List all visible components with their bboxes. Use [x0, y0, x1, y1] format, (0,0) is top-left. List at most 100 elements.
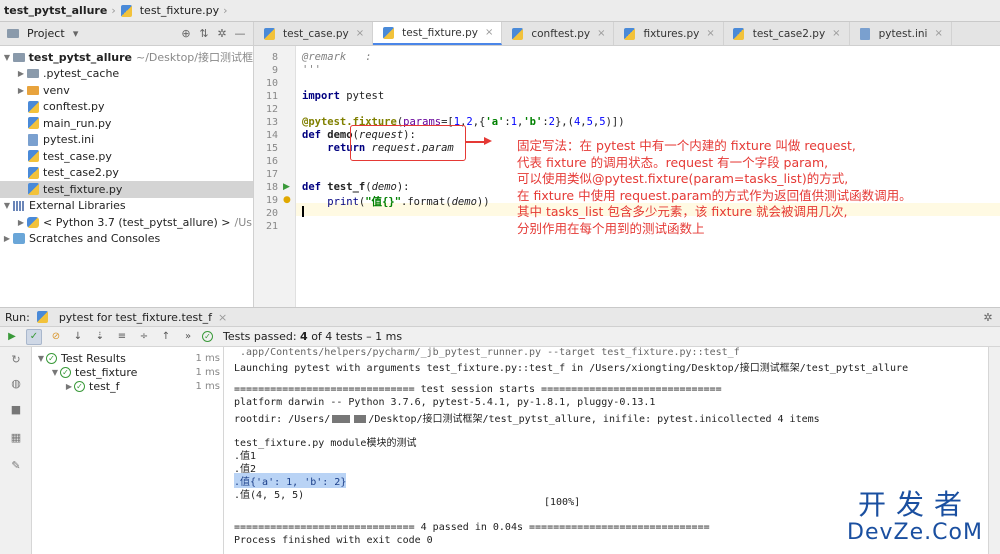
expand-right-icon[interactable]: ▶: [2, 234, 12, 243]
close-icon[interactable]: ×: [832, 28, 840, 39]
tree-item-test-case[interactable]: test_case.py: [0, 148, 253, 165]
console-line: .值(4, 5, 5): [234, 490, 305, 501]
show-passed-icon[interactable]: ✓: [26, 328, 42, 345]
project-view-icon: [6, 28, 20, 40]
tab-test-fixture[interactable]: test_fixture.py ×: [373, 22, 503, 45]
close-icon[interactable]: ×: [934, 28, 942, 39]
tab-test-case[interactable]: test_case.py ×: [254, 22, 374, 45]
toggle-auto-test-icon[interactable]: ◍: [8, 375, 24, 391]
line-number: 17: [265, 169, 278, 180]
tab-pytest-ini[interactable]: pytest.ini ×: [850, 22, 952, 45]
watermark-logo: 开发者 DevZe.CoM: [847, 488, 983, 546]
run-gutter-icon[interactable]: ▶: [283, 182, 290, 192]
stop-icon[interactable]: ■: [8, 401, 24, 417]
tree-item-scratches[interactable]: ▶ Scratches and Consoles: [0, 231, 253, 248]
line-number: 10: [265, 78, 278, 89]
python-file-icon: [36, 311, 50, 323]
console-progress: [100%]: [544, 497, 581, 508]
test-function-item[interactable]: ▶ ✓ test_f 1 ms: [32, 379, 224, 393]
editor-gutter: 8 9 10 11 12 13 14 15 16 17 18 19 20 21 …: [254, 46, 296, 307]
show-ignored-icon[interactable]: ⊘: [48, 329, 64, 345]
chevron-right-icon: ›: [111, 4, 116, 17]
tree-item-test-case2[interactable]: test_case2.py: [0, 165, 253, 182]
tree-item-python-sdk[interactable]: ▶ < Python 3.7 (test_pytst_allure) > /Us: [0, 214, 253, 231]
expand-all-icon[interactable]: ≡: [114, 329, 130, 345]
close-icon[interactable]: ×: [356, 28, 364, 39]
code-line-8: @remark :: [302, 51, 372, 63]
tree-item-pytest-ini[interactable]: pytest.ini: [0, 132, 253, 149]
test-results-root[interactable]: ▼ ✓ Test Results 1 ms: [32, 351, 224, 365]
redacted-username: [354, 415, 367, 423]
pin-icon[interactable]: ✎: [8, 457, 24, 473]
tree-item-conftest[interactable]: conftest.py: [0, 99, 253, 116]
close-icon[interactable]: ×: [597, 28, 605, 39]
project-view-selector[interactable]: Project: [27, 27, 65, 40]
tree-item-external-libraries[interactable]: ▼ External Libraries: [0, 198, 253, 215]
gear-icon[interactable]: ✲: [981, 311, 995, 324]
sort-alpha-icon[interactable]: ↓: [70, 329, 86, 345]
tree-item-test-fixture[interactable]: test_fixture.py: [0, 181, 253, 198]
line-number: 21: [265, 221, 278, 232]
target-icon[interactable]: ⊕: [179, 27, 193, 40]
expand-right-icon[interactable]: ▶: [64, 382, 74, 391]
python-icon: [26, 216, 40, 228]
tree-item-venv[interactable]: ▶ venv: [0, 82, 253, 99]
line-number: 16: [265, 156, 278, 167]
python-file-icon: [26, 166, 40, 179]
collapse-all-icon[interactable]: ÷: [136, 329, 152, 345]
tab-conftest[interactable]: conftest.py ×: [502, 22, 615, 45]
breadcrumb-project[interactable]: test_pytst_allure: [4, 4, 107, 17]
expand-right-icon[interactable]: ▶: [16, 69, 26, 78]
tests-status: Tests passed: 4 of 4 tests – 1 ms: [223, 330, 403, 343]
test-results-tree: ▼ ✓ Test Results 1 ms ▼ ✓ test_fixture 1…: [32, 347, 224, 554]
tab-test-case2[interactable]: test_case2.py ×: [724, 22, 850, 45]
project-panel-header: Project ▾ ⊕ ⇅ ✲ —: [0, 22, 253, 46]
annotation-text: 固定写法：在 pytest 中有一个内建的 fixture 叫做 request…: [517, 138, 912, 236]
close-icon[interactable]: ×: [706, 28, 714, 39]
rerun-failed-icon[interactable]: ↻: [8, 351, 24, 367]
close-icon[interactable]: ×: [485, 27, 493, 38]
rerun-icon[interactable]: ▶: [4, 329, 20, 345]
tab-fixtures[interactable]: fixtures.py ×: [614, 22, 724, 45]
tree-item-pytest-cache[interactable]: ▶ .pytest_cache: [0, 66, 253, 83]
python-file-icon: [262, 27, 276, 40]
chevron-down-icon[interactable]: ▾: [69, 27, 83, 40]
collapse-all-icon[interactable]: ⇅: [197, 27, 211, 40]
test-module-item[interactable]: ▼ ✓ test_fixture 1 ms: [32, 365, 224, 379]
line-number: 12: [265, 104, 278, 115]
lightbulb-icon[interactable]: ●: [283, 195, 291, 205]
expand-down-icon[interactable]: ▼: [2, 53, 12, 62]
run-config-tab[interactable]: pytest for test_fixture.test_f: [59, 311, 212, 324]
chevron-right-icon: ›: [223, 4, 228, 17]
passed-check-icon: ✓: [46, 352, 57, 364]
up-icon[interactable]: ↑: [158, 329, 174, 345]
expand-right-icon[interactable]: ▶: [16, 218, 26, 227]
gear-icon[interactable]: ✲: [215, 27, 229, 40]
tree-item-project-root[interactable]: ▼ test_pytst_allure ~/Desktop/接口测试框: [0, 49, 253, 66]
more-icon[interactable]: »: [180, 329, 196, 345]
sort-duration-icon[interactable]: ⇣: [92, 329, 108, 345]
annotation-arrow: [466, 141, 486, 143]
console-line: platform darwin -- Python 3.7.6, pytest-…: [234, 397, 656, 408]
python-file-icon: [510, 27, 524, 40]
run-panel-header: Run: pytest for test_fixture.test_f × ✲: [0, 307, 1000, 327]
minimize-icon[interactable]: —: [233, 27, 247, 40]
layout-icon[interactable]: ▦: [8, 429, 24, 445]
folder-icon: [26, 68, 40, 80]
expand-down-icon[interactable]: ▼: [2, 201, 12, 210]
passed-check-icon: ✓: [202, 331, 213, 342]
close-icon[interactable]: ×: [218, 311, 227, 324]
code-line-9: ''': [302, 64, 321, 76]
tree-item-main-run[interactable]: main_run.py: [0, 115, 253, 132]
expand-right-icon[interactable]: ▶: [16, 86, 26, 95]
expand-down-icon[interactable]: ▼: [50, 368, 60, 377]
python-file-icon: [26, 150, 40, 163]
run-side-toolbar: ↻ ◍ ■ ▦ ✎: [0, 347, 32, 554]
python-file-icon: [732, 27, 746, 40]
console-line: .app/Contents/helpers/pycharm/_jb_pytest…: [234, 347, 740, 358]
annotation-highlight-box: [350, 125, 466, 161]
console-line: Process finished with exit code 0: [234, 535, 433, 546]
expand-down-icon[interactable]: ▼: [36, 354, 46, 363]
text-cursor: [302, 206, 304, 217]
breadcrumb-file[interactable]: test_fixture.py: [120, 4, 219, 17]
